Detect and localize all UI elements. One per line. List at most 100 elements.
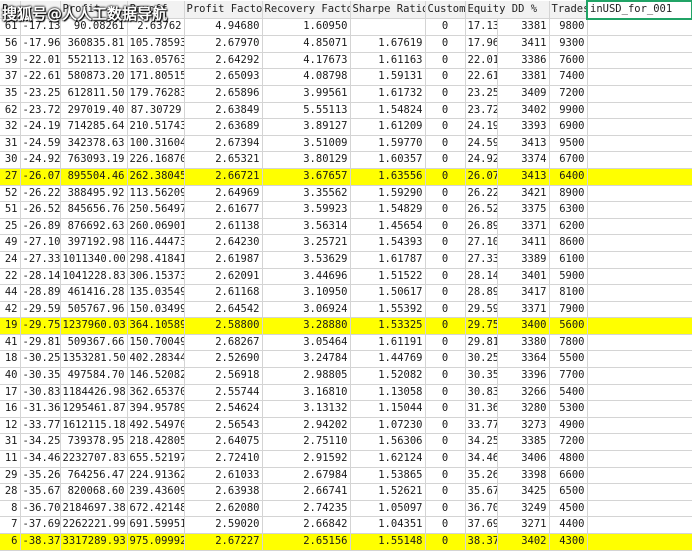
row-pa[interactable]: 28 bbox=[0, 483, 21, 501]
row-recovery-factor[interactable]: 2.64292 bbox=[184, 52, 263, 70]
row-custom[interactable]: 0 bbox=[425, 168, 466, 186]
row-equity-dd[interactable]: 28.89 bbox=[465, 284, 498, 302]
row-profit-factor[interactable]: 150.03499 bbox=[127, 301, 185, 319]
row-sharpe-ratio[interactable]: 3.44696 bbox=[262, 268, 351, 286]
row-inusd[interactable]: 7600 bbox=[549, 52, 588, 70]
row-trades[interactable]: 3375 bbox=[497, 201, 550, 219]
row-pa[interactable]: 6 bbox=[0, 533, 21, 551]
row-sharpe-ratio[interactable]: 3.13132 bbox=[262, 400, 351, 418]
row-inusd[interactable]: 4500 bbox=[549, 500, 588, 518]
row-pa[interactable]: 19 bbox=[0, 317, 21, 335]
row-sharpe-ratio[interactable]: 3.28880 bbox=[262, 317, 351, 335]
row-sharpe-2[interactable]: 1.53865 bbox=[350, 467, 426, 485]
row-pa[interactable]: 22 bbox=[0, 268, 21, 286]
row-pa[interactable]: 62 bbox=[0, 102, 21, 120]
row-pa[interactable]: 35 bbox=[0, 85, 21, 103]
row-recovery-factor[interactable]: 2.65321 bbox=[184, 151, 263, 169]
row-sharpe-ratio[interactable]: 2.74235 bbox=[262, 500, 351, 518]
row-recovery-factor[interactable]: 2.65896 bbox=[184, 85, 263, 103]
row-sharpe-2[interactable]: 1.61163 bbox=[350, 52, 426, 70]
row-custom[interactable]: 0 bbox=[425, 367, 466, 385]
row-inusd[interactable]: 7200 bbox=[549, 85, 588, 103]
row-blank[interactable] bbox=[350, 18, 426, 37]
row-custom[interactable]: 0 bbox=[425, 251, 466, 269]
row-recovery-factor[interactable]: 2.62091 bbox=[184, 268, 263, 286]
row-trades[interactable]: 3249 bbox=[497, 500, 550, 518]
table-row[interactable]: 61 -17.13 90.08261 2.63762 4.94680 1.60950 0 17… bbox=[0, 18, 692, 37]
row-equity-dd[interactable]: 26.22 bbox=[465, 185, 498, 203]
row-trades[interactable]: 3393 bbox=[497, 118, 550, 136]
row-recovery-factor[interactable]: 2.62080 bbox=[184, 500, 263, 518]
row-profit[interactable]: -29.75 bbox=[20, 317, 61, 335]
row-trades[interactable]: 3371 bbox=[497, 301, 550, 319]
row-profit[interactable]: -27.33 bbox=[20, 251, 61, 269]
row-profit-factor[interactable]: 226.16870 bbox=[127, 151, 185, 169]
row-sharpe-ratio[interactable]: 2.67984 bbox=[262, 467, 351, 485]
row-sharpe-2[interactable]: 1.61191 bbox=[350, 334, 426, 352]
row-sharpe-2[interactable]: 1.62124 bbox=[350, 450, 426, 468]
row-profit[interactable]: -35.26 bbox=[20, 467, 61, 485]
row-sharpe-2[interactable]: 1.15044 bbox=[350, 400, 426, 418]
row-equity-dd[interactable]: 30.35 bbox=[465, 367, 498, 385]
row-recovery-factor[interactable]: 2.55744 bbox=[184, 384, 263, 402]
row-profit-factor[interactable]: 298.41841 bbox=[127, 251, 185, 269]
row-sharpe-ratio[interactable]: 2.94202 bbox=[262, 417, 351, 435]
row-profit[interactable]: -35.67 bbox=[20, 483, 61, 501]
row-profit-factor[interactable]: 171.80515 bbox=[127, 68, 185, 86]
row-payoff[interactable]: 2232707.83 bbox=[60, 450, 128, 468]
row-recovery-factor[interactable]: 2.61168 bbox=[184, 284, 263, 302]
table-row[interactable]: 51 -26.52 845656.76 250.56497 2.61677 3.59923… bbox=[0, 201, 692, 219]
row-equity-dd[interactable]: 30.25 bbox=[465, 350, 498, 369]
row-trades[interactable]: 3380 bbox=[497, 334, 550, 352]
row-pa[interactable]: 39 bbox=[0, 52, 21, 70]
row-custom[interactable]: 0 bbox=[425, 118, 466, 136]
row-trades[interactable]: 3271 bbox=[497, 516, 550, 534]
row-profit[interactable]: -23.72 bbox=[20, 102, 61, 120]
row-recovery-factor[interactable]: 2.67227 bbox=[184, 533, 263, 551]
row-profit[interactable]: -30.25 bbox=[20, 350, 61, 369]
row-trades[interactable]: 3385 bbox=[497, 433, 550, 452]
row-sharpe-2[interactable]: 1.54393 bbox=[350, 234, 426, 252]
row-payoff[interactable]: 388495.92 bbox=[60, 185, 128, 203]
row-equity-dd[interactable]: 24.19 bbox=[465, 118, 498, 136]
row-recovery-factor[interactable]: 2.63849 bbox=[184, 102, 263, 120]
row-payoff[interactable]: 2262221.99 bbox=[60, 516, 128, 534]
row-payoff[interactable]: 509367.66 bbox=[60, 334, 128, 352]
table-row[interactable]: 18 -30.25 1353281.50 402.28344 2.52690 3.2478… bbox=[0, 350, 692, 369]
row-equity-dd[interactable]: 17.13 bbox=[465, 18, 498, 37]
row-trades[interactable]: 3402 bbox=[497, 533, 550, 551]
row-payoff[interactable]: 397192.98 bbox=[60, 234, 128, 252]
row-equity-dd[interactable]: 35.67 bbox=[465, 483, 498, 501]
row-payoff[interactable]: 876692.63 bbox=[60, 218, 128, 236]
row-profit-factor[interactable]: 218.42805 bbox=[127, 433, 185, 452]
row-inusd[interactable]: 6300 bbox=[549, 201, 588, 219]
table-row[interactable]: 56 -17.96 360835.81 105.78593 2.67970 4.85071… bbox=[0, 35, 692, 53]
row-sharpe-ratio[interactable]: 2.91592 bbox=[262, 450, 351, 468]
row-sharpe-2[interactable]: 1.59290 bbox=[350, 185, 426, 203]
row-equity-dd[interactable]: 31.36 bbox=[465, 400, 498, 418]
row-sharpe-ratio[interactable]: 3.53629 bbox=[262, 251, 351, 269]
row-trades[interactable]: 3374 bbox=[497, 151, 550, 169]
row-equity-dd[interactable]: 22.61 bbox=[465, 68, 498, 86]
row-sharpe-2[interactable]: 1.60357 bbox=[350, 151, 426, 169]
row-inusd[interactable]: 9800 bbox=[549, 18, 588, 37]
row-recovery-factor[interactable]: 2.65093 bbox=[184, 68, 263, 86]
table-row[interactable]: 41 -29.81 509367.66 150.70049 2.68267 3.05464… bbox=[0, 334, 692, 352]
row-sharpe-ratio[interactable]: 2.66842 bbox=[262, 516, 351, 534]
row-profit-factor[interactable]: 135.03549 bbox=[127, 284, 185, 302]
row-sharpe-2[interactable]: 1.52082 bbox=[350, 367, 426, 385]
row-sharpe-ratio[interactable]: 2.98805 bbox=[262, 367, 351, 385]
row-trades[interactable]: 3417 bbox=[497, 284, 550, 302]
table-row[interactable]: 32 -24.19 714285.64 210.51743 2.63689 3.89127… bbox=[0, 118, 692, 136]
row-equity-dd[interactable]: 26.89 bbox=[465, 218, 498, 236]
row-trades[interactable]: 3364 bbox=[497, 350, 550, 369]
row-profit-factor[interactable]: 163.05763 bbox=[127, 52, 185, 70]
row-payoff[interactable]: 763093.19 bbox=[60, 151, 128, 169]
row-profit-factor[interactable]: 113.56209 bbox=[127, 185, 185, 203]
row-profit-factor[interactable]: 402.28344 bbox=[127, 350, 185, 369]
row-equity-dd[interactable]: 33.77 bbox=[465, 417, 498, 435]
table-row[interactable]: 62 -23.72 297019.40 87.30729 2.63849 5.55113 1… bbox=[0, 102, 692, 120]
table-row[interactable]: 22 -28.14 1041228.83 306.15373 2.62091 3.4469… bbox=[0, 268, 692, 286]
table-row[interactable]: 29 -35.26 764256.47 224.91362 2.61033 2.67984… bbox=[0, 467, 692, 485]
row-profit-factor[interactable]: 146.52082 bbox=[127, 367, 185, 385]
